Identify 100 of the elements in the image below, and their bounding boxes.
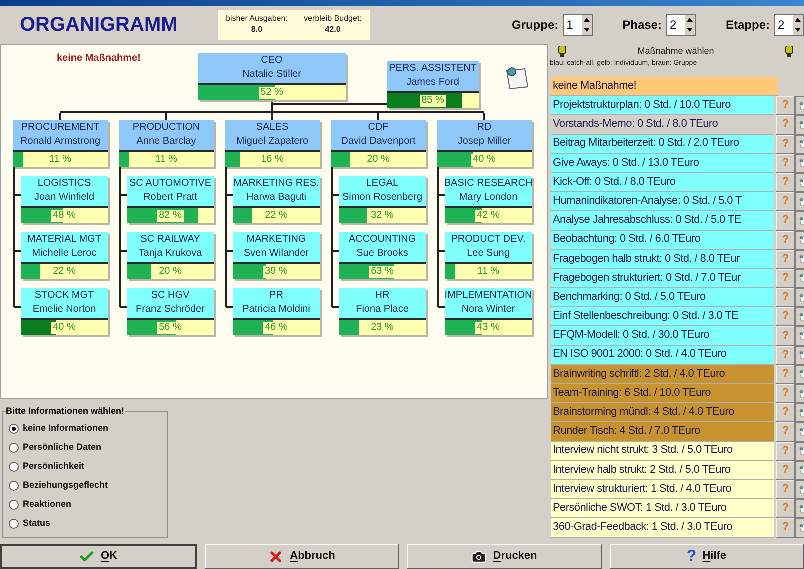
lamp-icon xyxy=(558,46,567,58)
node-name: Lee Sung xyxy=(467,247,510,261)
node-name: Franz Schröder xyxy=(136,303,205,317)
progress-percent: 39 % xyxy=(263,266,290,278)
node-header[interactable]: STOCK MGT Emelie Norton xyxy=(21,288,108,320)
node-name: Simon Rosenberg xyxy=(342,191,423,205)
spinner-field[interactable]: 2 xyxy=(666,14,696,36)
panel-title: Maßnahme wählen xyxy=(638,45,714,58)
node-title: PR xyxy=(270,289,284,303)
node-title: LOGISTICS xyxy=(38,177,92,191)
measure-item[interactable]: EFQM-Modell: 0 Std. / 30.0 TEuro xyxy=(551,326,774,346)
node-title: MARKETING xyxy=(246,233,306,247)
radio-label: Reaktionen xyxy=(23,498,72,512)
measure-item[interactable]: Beobachtung: 0 Std. / 6.0 TEuro xyxy=(551,230,774,250)
measure-item[interactable]: EN ISO 9001 2000: 0 Std. / 4.0 TEuro xyxy=(551,346,774,365)
node-name: Harwa Baguti xyxy=(246,191,307,205)
radio-button[interactable] xyxy=(9,481,19,491)
measure-item[interactable]: Humanindikatoren-Analyse: 0 Std. / 5.0 T xyxy=(551,192,774,212)
measure-item[interactable]: Interview nicht strukt: 3 Std. / 5.0 TEuro xyxy=(551,442,774,461)
node-header[interactable]: HR Fiona Place xyxy=(339,288,426,320)
node-header[interactable]: LOGISTICS Joan Winfield xyxy=(21,176,108,208)
node-header[interactable]: SC HGV Franz Schröder xyxy=(127,288,214,320)
measure-item[interactable]: Team-Training: 6 Std. / 10.0 TEuro xyxy=(551,384,774,404)
node-header[interactable]: PRODUCT DEV. Lee Sung xyxy=(445,232,532,264)
node-name: Josep Miller xyxy=(458,135,512,149)
measure-item[interactable]: Give Aways: 0 Std. / 13.0 TEuro xyxy=(551,154,774,173)
measure-item[interactable]: Brainstorming mündl: 4 Std. / 4.0 TEuro xyxy=(551,403,774,422)
progress-percent: 11 % xyxy=(47,154,74,166)
dialog-button[interactable]: OK xyxy=(0,544,196,569)
node-header[interactable]: IMPLEMENTATION Nora Winter xyxy=(445,288,532,320)
node-title: IMPLEMENTATION xyxy=(444,289,532,303)
dialog-button[interactable]: Drucken xyxy=(407,544,602,569)
measure-item[interactable]: Interview halb strukt: 2 Std. / 5.0 TEuro xyxy=(551,460,774,480)
measure-item[interactable]: Projektstrukturplan: 0 Std. / 10.0 TEuro xyxy=(551,96,774,116)
node-header[interactable]: PERS. ASSISTENT James Ford xyxy=(387,61,479,93)
node-header[interactable]: SC AUTOMOTIVE Robert Pratt xyxy=(127,176,214,208)
node-header[interactable]: CDF David Davenport xyxy=(331,120,426,152)
budget-label: verbleib Budget: xyxy=(304,13,362,24)
node-name: Sue Brooks xyxy=(356,247,408,261)
measure-item[interactable]: Fragebogen strukturiert: 0 Std. / 7.0 TEur xyxy=(551,268,774,288)
node-title: CEO xyxy=(261,54,283,68)
radio-label: keine Informationen xyxy=(23,422,109,436)
radio-label: Status xyxy=(23,517,51,530)
dialog-button[interactable]: Abbruch xyxy=(204,544,399,569)
radio-label: Persönliche Daten xyxy=(23,441,102,454)
node-name: Fiona Place xyxy=(356,303,409,317)
progress-percent: 82 % xyxy=(157,210,184,222)
node-header[interactable]: BASIC RESEARCH Mary London xyxy=(445,176,532,208)
node-header[interactable]: RD Josep Miller xyxy=(437,120,532,152)
dialog-button[interactable]: ? Hilfe xyxy=(610,544,804,569)
measure-item[interactable]: Interview strukturiert: 1 Std. / 4.0 TEuro xyxy=(551,480,774,500)
node-title: MARKETING RES. xyxy=(234,177,320,191)
node-header[interactable]: ACCOUNTING Sue Brooks xyxy=(339,232,426,264)
measure-item[interactable]: Brainwriting schriftl: 2 Std. / 4.0 TEuro xyxy=(551,364,774,384)
node-title: CDF xyxy=(368,121,389,135)
measure-item[interactable]: Beitrag Mitarbeiterzeit: 0 Std. / 2.0 TEuro xyxy=(551,134,774,154)
node-title: MATERIAL MGT xyxy=(28,233,102,247)
spinner-field[interactable]: 1 xyxy=(562,14,593,36)
progress-percent: 23 % xyxy=(369,322,396,334)
node-name: Patricia Moldini xyxy=(242,303,310,317)
radio-button[interactable] xyxy=(9,443,19,453)
node-title: HR xyxy=(375,289,390,303)
measure-item[interactable]: Einf Stellenbeschreibung: 0 Std. / 3.0 TE xyxy=(551,307,774,326)
radio-button[interactable] xyxy=(9,500,19,510)
measure-item[interactable]: 360-Grad-Feedback: 1 Std. / 3.0 TEuro xyxy=(551,518,774,538)
node-title: BASIC RESEARCH xyxy=(444,177,533,191)
radio-button[interactable] xyxy=(9,424,19,434)
node-name: Emelie Norton xyxy=(32,303,96,317)
measure-item[interactable]: Analyse Jahresabschluss: 0 Std. / 5.0 TE xyxy=(551,211,774,230)
node-header[interactable]: LEGAL Simon Rosenberg xyxy=(339,176,426,208)
node-title: LEGAL xyxy=(366,177,399,191)
spinner-arrows-icon xyxy=(582,15,592,35)
spinner-field[interactable]: 2 xyxy=(774,14,804,36)
measure-item[interactable]: Kick-Off: 0 Std. / 8.0 TEuro xyxy=(551,172,774,192)
progress-percent: 56 % xyxy=(157,322,184,334)
measure-item[interactable]: Runder Tisch: 4 Std. / 7.0 TEuro xyxy=(551,422,774,442)
node-header[interactable]: PRODUCTION Anne Barclay xyxy=(119,120,214,152)
node-title: PROCUREMENT xyxy=(21,121,100,135)
radio-label: Beziehungsgeflecht xyxy=(23,479,108,492)
measure-item[interactable]: Benchmarking: 0 Std. / 5.0 TEuro xyxy=(551,288,774,308)
radio-button[interactable] xyxy=(9,462,19,472)
measure-item[interactable]: keine Maßnahme! xyxy=(551,77,778,96)
node-name: Robert Pratt xyxy=(144,191,198,205)
measure-item[interactable]: Persönliche SWOT: 1 Std. / 3.0 TEuro xyxy=(551,499,774,518)
node-title: RD xyxy=(477,121,492,135)
node-header[interactable]: CEO Natalie Stiller xyxy=(198,53,346,85)
node-header[interactable]: SC RAILWAY Tanja Krukova xyxy=(127,232,214,264)
progress-percent: 22 % xyxy=(51,266,78,278)
node-header[interactable]: MATERIAL MGT Michelle Leroc xyxy=(21,232,108,264)
budget-value: 42.0 xyxy=(325,24,341,35)
node-header[interactable]: PROCUREMENT Ronald Armstrong xyxy=(13,120,108,152)
node-name: Natalie Stiller xyxy=(242,68,302,82)
progress-percent: 46 % xyxy=(263,322,290,334)
node-header[interactable]: MARKETING Sven Wilander xyxy=(233,232,320,264)
node-name: James Ford xyxy=(406,76,460,90)
node-header[interactable]: PR Patricia Moldini xyxy=(233,288,320,320)
measure-item[interactable]: Fragebogen halb strukt: 0 Std. / 8.0 TEur xyxy=(551,250,774,269)
radio-button[interactable] xyxy=(9,519,19,529)
node-header[interactable]: SALES Miguel Zapatero xyxy=(225,120,320,152)
node-header[interactable]: MARKETING RES. Harwa Baguti xyxy=(233,176,320,208)
